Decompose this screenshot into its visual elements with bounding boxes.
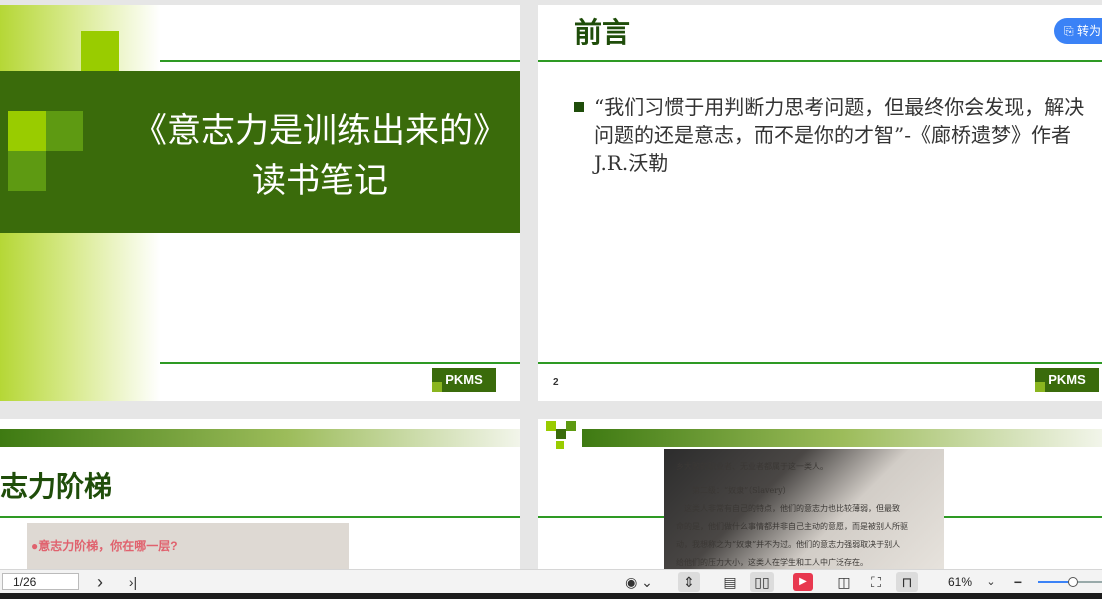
bottom-rule — [538, 362, 1102, 364]
page-number-input[interactable]: 1/26 — [2, 573, 79, 590]
deco-square — [81, 31, 119, 71]
photo-line: 给他们的压力大小，这类人在学生和工人中广泛存在。 — [676, 558, 868, 567]
zoom-slider-fill — [1038, 581, 1072, 583]
eye-view-icon[interactable]: ◉ ⌄ — [624, 572, 654, 592]
photo-caption: ●意志力阶梯，你在哪一层? — [31, 539, 178, 553]
slide-3-thumbnail[interactable]: 志力阶梯 ●意志力阶梯，你在哪一层? — [0, 419, 520, 569]
play-slideshow-icon[interactable]: ▶ — [793, 573, 813, 591]
quote-text: “我们习惯于用判断力思考问题，但最终你会发现，解决问题的还是意志，而不是你的才智… — [594, 95, 1085, 175]
fit-height-icon[interactable]: ⇕ — [678, 572, 700, 592]
photo-line: 命的是，他们做什么事情都并非自己主动的意愿，而是被别人所驱 — [676, 522, 908, 531]
slide-heading: 志力阶梯 — [0, 470, 113, 503]
pkms-badge: PKMS — [1035, 368, 1099, 392]
slide-4-thumbnail[interactable]: 乡大败的职业者、无业者都属于这一类人。 第二级：“奴隶”（Slavery） 这类… — [538, 419, 1102, 569]
header-gradient-bar — [582, 429, 1102, 447]
zoom-slider-knob[interactable] — [1068, 577, 1078, 587]
top-rule — [0, 516, 520, 518]
top-rule — [538, 60, 1102, 62]
zoom-out-button[interactable]: − — [1010, 572, 1026, 592]
next-page-button[interactable]: › — [92, 572, 108, 592]
photo-line: 乡大败的职业者、无业者都属于这一类人。 — [676, 462, 828, 471]
zoom-slider[interactable] — [1038, 577, 1102, 587]
deco-square — [556, 441, 564, 449]
bottom-strip — [0, 593, 1102, 599]
fullscreen-icon[interactable]: ⛶ — [866, 572, 886, 592]
page-number: 2 — [553, 377, 559, 388]
zoom-dropdown-icon[interactable]: ⌄ — [984, 572, 998, 592]
top-rule — [160, 60, 520, 62]
convert-label: 转为 — [1076, 24, 1101, 38]
header-gradient-bar — [0, 429, 520, 447]
slide-2-thumbnail[interactable]: 前言 “我们习惯于用判断力思考问题，但最终你会发现，解决问题的还是意志，而不是你… — [538, 5, 1102, 401]
pkms-badge: PKMS — [432, 368, 496, 392]
bullet-square-icon — [574, 102, 584, 112]
photo-line: 动，我想称之为“奴隶”并不为过。他们的意志力强弱取决于别人 — [676, 540, 901, 549]
photo-line: 这类人非常有自己的特点，他们的意志力也比较薄弱，但最致 — [684, 504, 900, 513]
slide-heading: 前言 — [574, 16, 631, 49]
slide-1-thumbnail[interactable]: 《意志力是训练出来的》 读书笔记 PKMS — [0, 5, 520, 401]
bottom-rule — [160, 362, 520, 364]
zoom-level[interactable]: 61% — [948, 572, 972, 592]
photo-line: 第二级：“奴隶”（Slavery） — [692, 486, 791, 495]
slide-title-line1: 《意志力是训练出来的》 — [133, 111, 507, 151]
bottom-toolbar: 1/26 › ›| ◉ ⌄ ⇕ ▤ ▯▯ ▶ ◫ ⛶ ⊓ 61% ⌄ − — [0, 569, 1102, 594]
last-page-button[interactable]: ›| — [124, 572, 142, 592]
deco-square — [566, 421, 576, 431]
convert-button[interactable]: ⎘ 转为 — [1054, 18, 1102, 44]
deco-square — [556, 429, 566, 439]
book-page-photo: 乡大败的职业者、无业者都属于这一类人。 第二级：“奴隶”（Slavery） 这类… — [664, 449, 944, 569]
two-page-icon[interactable]: ▯▯ — [750, 572, 774, 592]
slide-title-line2: 读书笔记 — [252, 161, 388, 201]
crop-icon[interactable]: ⊓ — [896, 572, 918, 592]
book-photo: ●意志力阶梯，你在哪一层? — [27, 523, 349, 569]
convert-icon: ⎘ — [1064, 24, 1077, 38]
single-page-icon[interactable]: ▤ — [720, 572, 740, 592]
fit-width-icon[interactable]: ◫ — [834, 572, 854, 592]
deco-square — [546, 421, 556, 431]
title-band — [0, 71, 520, 233]
